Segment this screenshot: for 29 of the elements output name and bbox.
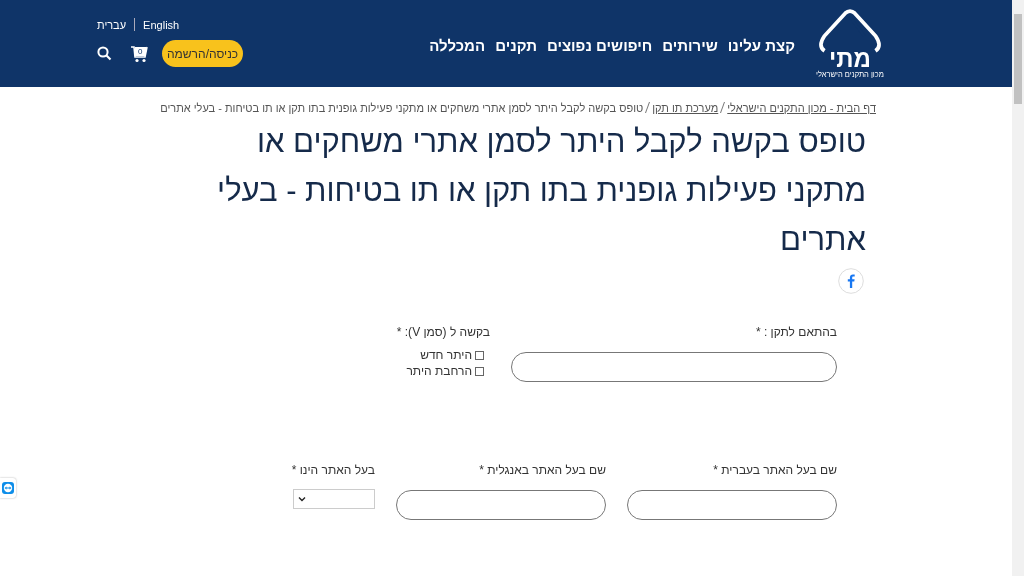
field-label: בקשה ל (סמן V): * xyxy=(396,324,490,340)
field-label: שם בעל האתר באנגלית * xyxy=(479,462,606,478)
checkbox-label: הרחבת היתר xyxy=(406,364,472,379)
nav-link[interactable]: המכללה xyxy=(429,37,486,54)
breadcrumb-current: טופס בקשה לקבל היתר לסמן אתרי משחקים או מתקני פעילות גופנית בתו תקן או תו בטיחות - בעלי אתרים xyxy=(160,102,644,114)
checkbox-label: היתר חדש xyxy=(420,348,472,363)
login-button[interactable]: כניסה/הרשמה xyxy=(162,40,244,67)
nav-link[interactable]: תקנים xyxy=(495,37,537,54)
checkbox[interactable] xyxy=(475,351,484,360)
dropdown-caret-icon xyxy=(298,496,306,502)
nav-link[interactable]: חיפושים נפוצים xyxy=(546,37,653,54)
select-field[interactable] xyxy=(293,489,375,509)
input-field[interactable] xyxy=(627,490,837,520)
remote-support-icon[interactable] xyxy=(0,478,16,498)
input-field[interactable] xyxy=(396,490,606,520)
field-label: שם בעל האתר בעברית * xyxy=(713,462,837,478)
field-label: בעל האתר הינו * xyxy=(291,462,375,478)
nav-link[interactable]: שירותים xyxy=(662,37,718,54)
field-label: בהתאם לתקן : * xyxy=(755,324,837,340)
breadcrumb-link[interactable]: דף הבית - מכון התקנים הישראלי xyxy=(727,102,876,114)
input-field[interactable] xyxy=(511,352,837,382)
language-link[interactable]: English xyxy=(143,18,180,31)
facebook-share-icon[interactable] xyxy=(838,268,864,294)
search-icon[interactable] xyxy=(97,46,112,61)
page-title: טופס בקשה לקבל היתר לסמן אתרי משחקים או מתקני פעילות גופנית בתו תקן או תו בטיחות - בעלי אתרים xyxy=(216,123,866,259)
nav-link[interactable]: קצת עלינו xyxy=(727,37,795,54)
language-link[interactable]: עברית xyxy=(97,18,127,31)
breadcrumb-link[interactable]: מערכת תו תקן xyxy=(652,102,719,114)
checkbox[interactable] xyxy=(475,367,484,376)
